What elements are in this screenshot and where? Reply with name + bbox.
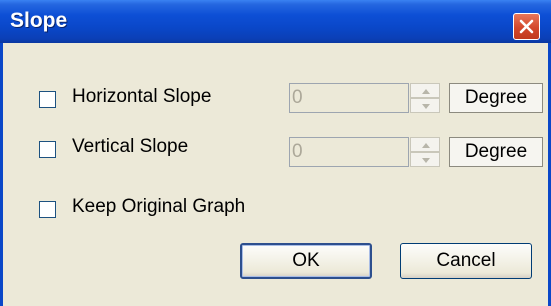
ok-button[interactable]: OK (240, 243, 372, 279)
vertical-slope-label: Vertical Slope (72, 136, 189, 157)
horizontal-slope-spinner[interactable] (410, 83, 440, 113)
keep-original-graph-label: Keep Original Graph (72, 196, 246, 217)
dialog-body: Horizontal Slope 0 Degree Vertical Slope… (0, 43, 551, 306)
chevron-up-icon (422, 89, 430, 94)
chevron-up-icon (422, 143, 430, 148)
cancel-button[interactable]: Cancel (400, 243, 532, 279)
dialog-title: Slope (10, 9, 68, 32)
horizontal-slope-label: Horizontal Slope (72, 86, 212, 107)
horizontal-slope-checkbox[interactable] (39, 91, 56, 108)
spin-down-button[interactable] (410, 98, 440, 113)
horizontal-slope-input[interactable]: 0 (289, 83, 409, 113)
close-button[interactable] (513, 13, 540, 40)
chevron-down-icon (422, 104, 430, 109)
title-bar[interactable]: Slope (0, 0, 551, 43)
vertical-slope-input[interactable]: 0 (289, 137, 409, 167)
vertical-slope-spinner[interactable] (410, 137, 440, 167)
close-icon (519, 19, 534, 34)
slope-dialog: Slope Horizontal Slope 0 Degree Vertical… (0, 0, 551, 306)
spin-up-button[interactable] (410, 137, 440, 152)
spin-down-button[interactable] (410, 152, 440, 167)
horizontal-degree-button[interactable]: Degree (449, 83, 543, 113)
vertical-slope-checkbox[interactable] (39, 141, 56, 158)
vertical-degree-button[interactable]: Degree (449, 137, 543, 167)
keep-original-graph-checkbox[interactable] (39, 201, 56, 218)
spin-up-button[interactable] (410, 83, 440, 98)
chevron-down-icon (422, 158, 430, 163)
